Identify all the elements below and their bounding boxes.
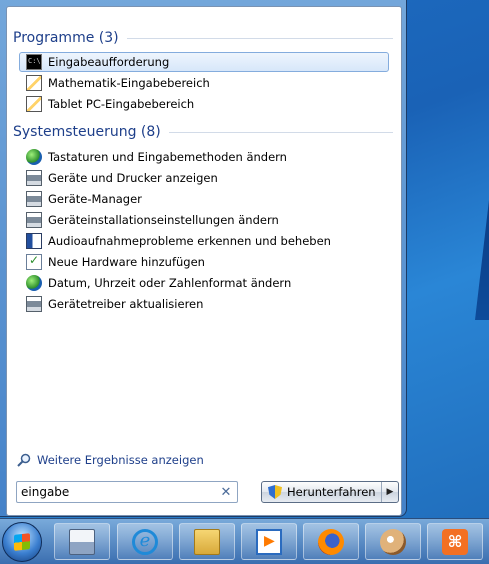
taskbar-item-xampp[interactable]: ⌘	[427, 523, 483, 560]
search-field[interactable]: ✕	[16, 481, 238, 503]
printer-icon	[26, 212, 42, 228]
programs-header[interactable]: Programme (3)	[13, 30, 393, 46]
shutdown-button[interactable]: Herunterfahren ▶	[261, 481, 399, 503]
taskbar-item-keyboard[interactable]	[54, 523, 110, 560]
more-results-link[interactable]: Weitere Ergebnisse anzeigen	[17, 453, 204, 467]
result-label: Eingabeaufforderung	[48, 55, 170, 69]
printer-icon	[26, 170, 42, 186]
media-player-icon	[256, 528, 282, 555]
result-label: Geräte und Drucker anzeigen	[48, 171, 218, 185]
result-label: Tastaturen und Eingabemethoden ändern	[48, 150, 287, 164]
result-label: Geräte-Manager	[48, 192, 142, 206]
shutdown-label: Herunterfahren	[287, 485, 376, 499]
control-panel-header[interactable]: Systemsteuerung (8)	[13, 124, 393, 140]
result-tastaturen[interactable]: Tastaturen und Eingabemethoden ändern	[19, 147, 389, 167]
start-button[interactable]	[2, 522, 42, 562]
taskbar: e ⌘	[0, 518, 489, 564]
file-explorer-icon	[194, 528, 220, 555]
xampp-icon: ⌘	[442, 528, 468, 555]
result-label: Mathematik-Eingabebereich	[48, 76, 210, 90]
printer-icon	[26, 296, 42, 312]
globe-icon	[26, 149, 42, 165]
result-label: Datum, Uhrzeit oder Zahlenformat ändern	[48, 276, 292, 290]
shield-icon	[268, 485, 282, 499]
firefox-icon	[318, 528, 344, 555]
printer-icon	[26, 191, 42, 207]
result-tablet-pc-eingabebereich[interactable]: Tablet PC-Eingabebereich	[19, 94, 389, 114]
taskbar-item-firefox[interactable]	[303, 523, 359, 560]
desktop-wallpaper-accent	[475, 200, 489, 320]
clear-search-icon[interactable]: ✕	[217, 485, 235, 500]
result-neue-hardware[interactable]: Neue Hardware hinzufügen	[19, 252, 389, 272]
taskbar-item-internet-explorer[interactable]: e	[117, 523, 173, 560]
shutdown-options-arrow-icon[interactable]: ▶	[381, 482, 398, 502]
hardware-icon	[26, 253, 42, 270]
search-results-pane: Programme (3) C:\ Eingabeaufforderung Ma…	[6, 6, 402, 516]
search-input[interactable]	[21, 485, 217, 499]
result-mathematik-eingabebereich[interactable]: Mathematik-Eingabebereich	[19, 73, 389, 93]
shutdown-main[interactable]: Herunterfahren	[262, 482, 381, 502]
result-datum-uhrzeit[interactable]: Datum, Uhrzeit oder Zahlenformat ändern	[19, 273, 389, 293]
result-geraete-und-drucker[interactable]: Geräte und Drucker anzeigen	[19, 168, 389, 188]
globe-icon	[26, 275, 42, 291]
divider	[168, 131, 393, 133]
result-geraete-manager[interactable]: Geräte-Manager	[19, 189, 389, 209]
result-geraetetreiber[interactable]: Gerätetreiber aktualisieren	[19, 294, 389, 314]
internet-explorer-icon: e	[132, 528, 158, 555]
tablet-input-icon	[26, 96, 42, 112]
result-label: Tablet PC-Eingabebereich	[48, 97, 195, 111]
programs-title: Programme (3)	[13, 30, 119, 46]
result-label: Audioaufnahmeprobleme erkennen und beheb…	[48, 234, 331, 248]
result-audioaufnahme[interactable]: Audioaufnahmeprobleme erkennen und beheb…	[19, 231, 389, 251]
taskbar-item-media-player[interactable]	[241, 523, 297, 560]
audio-icon	[26, 233, 42, 249]
command-prompt-icon: C:\	[26, 54, 42, 70]
start-menu: Programme (3) C:\ Eingabeaufforderung Ma…	[0, 0, 407, 517]
taskbar-item-file-explorer[interactable]	[179, 523, 235, 560]
search-icon	[17, 453, 31, 467]
more-results-label: Weitere Ergebnisse anzeigen	[37, 453, 204, 467]
keyboard-icon	[69, 528, 95, 555]
windows-logo-icon	[14, 533, 30, 551]
result-geraeteinstallation[interactable]: Geräteinstallationseinstellungen ändern	[19, 210, 389, 230]
result-label: Gerätetreiber aktualisieren	[48, 297, 204, 311]
control-panel-title: Systemsteuerung (8)	[13, 124, 161, 140]
taskbar-item-paint[interactable]	[365, 523, 421, 560]
result-label: Neue Hardware hinzufügen	[48, 255, 205, 269]
divider	[126, 37, 393, 39]
result-label: Geräteinstallationseinstellungen ändern	[48, 213, 279, 227]
math-input-icon	[26, 75, 42, 91]
result-eingabeaufforderung[interactable]: C:\ Eingabeaufforderung	[19, 52, 389, 72]
paint-icon	[380, 528, 406, 555]
